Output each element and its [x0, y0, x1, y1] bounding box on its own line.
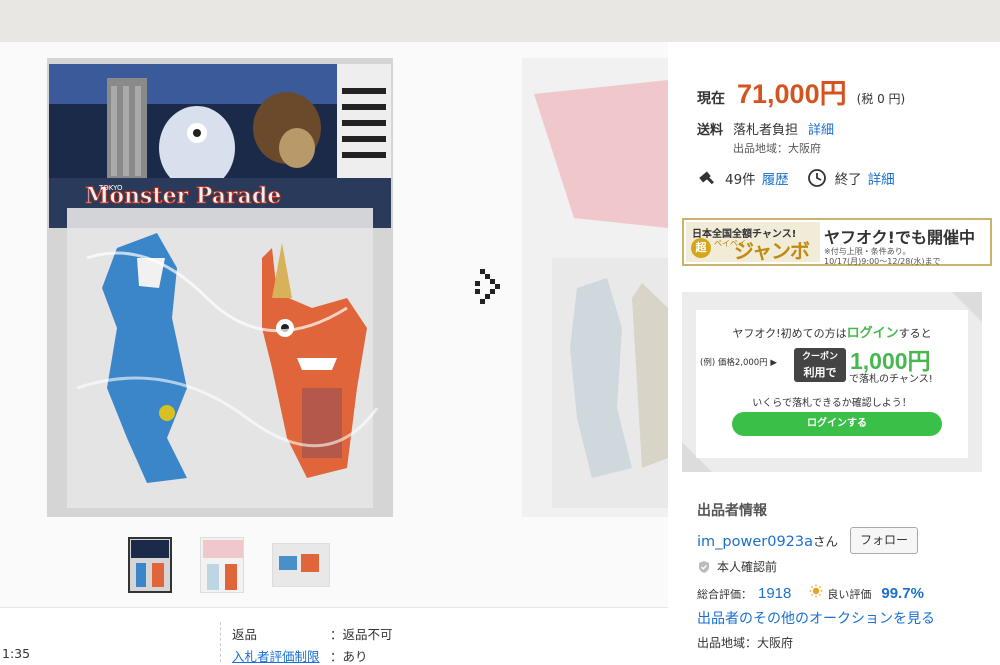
- next-image-button[interactable]: [470, 267, 506, 307]
- follow-button[interactable]: フォロー: [850, 527, 918, 554]
- shipping-label: 送料: [697, 123, 724, 138]
- price-label: 現在: [697, 91, 725, 107]
- good-rating-label: 良い評価: [827, 588, 872, 601]
- shipping-row: 送料 落札者負担 詳細: [697, 119, 834, 138]
- sun-icon: [809, 584, 823, 598]
- current-price: 71,000円: [737, 79, 847, 109]
- package-tokyo: TOKYO: [98, 184, 123, 192]
- banner-jumbo: ジャンボ: [734, 239, 810, 263]
- shipping-value: 落札者負担: [733, 123, 799, 138]
- price-row: 現在 71,000円 (税 0 円): [697, 72, 905, 111]
- clock-icon: [807, 169, 826, 187]
- shipping-detail-link[interactable]: 詳細: [808, 119, 834, 138]
- status-detail-link[interactable]: 詳細: [868, 168, 895, 188]
- tax-info: (税 0 円): [856, 92, 906, 106]
- gavel-icon: [699, 171, 714, 185]
- image-gallery: Monster Parade TOKYO: [0, 42, 668, 607]
- verification-status: 本人確認前: [697, 558, 777, 575]
- banner-note-2: 10/17(月)9:00〜12/28(水)まで: [824, 257, 941, 266]
- login-promo-box: ヤフオク!初めての方はログインすると (例) 価格2,000円 ▶ クーポン 利…: [682, 292, 982, 472]
- item-details-strip: 1:35 返品 ：返品不可 入札者評価制限 ：あり: [0, 607, 668, 664]
- auction-status: 終了: [834, 172, 862, 188]
- divider: [220, 622, 221, 662]
- seller-honorific: さん: [813, 534, 839, 549]
- seller-name-link[interactable]: im_power0923a: [697, 534, 813, 550]
- shield-check-icon: [699, 560, 709, 573]
- bidder-rating-limit-link[interactable]: 入札者評価制限: [232, 646, 320, 665]
- return-label: 返品: [232, 627, 258, 642]
- thumbnail-3[interactable]: [272, 543, 330, 587]
- thumbnail-2[interactable]: [200, 537, 244, 593]
- coupon-badge: クーポン 利用で: [794, 348, 846, 382]
- banner-super-badge: 超: [691, 238, 711, 258]
- rating-row: 総合評価： 1918 良い評価 99.7%: [697, 584, 924, 602]
- end-time-fragment: 1:35: [2, 646, 31, 661]
- auction-info-panel: 現在 71,000円 (税 0 円) 送料 落札者負担 詳細 出品地域：大阪府 …: [668, 42, 1000, 655]
- thumbnail-1[interactable]: [128, 537, 172, 593]
- return-value: ：返品不可: [330, 627, 393, 642]
- bid-count: 49件: [725, 172, 756, 188]
- banner-headline: ヤフオク!でも開催中: [824, 228, 975, 247]
- total-rating-value[interactable]: 1918: [758, 585, 791, 602]
- paypay-jumbo-banner[interactable]: 日本全国全額チャンス! 超 ペイペイ ジャンボ ヤフオク!でも開催中 ※付与上限…: [682, 218, 992, 266]
- good-rating-percent: 99.7%: [881, 585, 924, 602]
- bid-row: 49件 履歴 終了 詳細: [697, 168, 895, 188]
- thumbnail-strip: [128, 537, 330, 593]
- bid-history-link[interactable]: 履歴: [762, 168, 789, 188]
- total-rating-label: 総合評価：: [697, 588, 752, 601]
- promo-line-1: ヤフオク!初めての方はログインすると: [732, 326, 932, 341]
- seller-name-row: im_power0923aさん: [697, 531, 838, 550]
- top-bar: [0, 0, 1000, 42]
- login-promo-card: ヤフオク!初めての方はログインすると (例) 価格2,000円 ▶ クーポン 利…: [696, 310, 968, 458]
- seller-region: 出品地域：大阪府: [697, 636, 794, 650]
- seller-other-auctions-link[interactable]: 出品者のその他のオークションを見る: [697, 608, 935, 628]
- bidder-rating-limit-value: ：あり: [330, 649, 368, 664]
- promo-sub: で落札のチャンス!: [849, 374, 933, 385]
- seller-heading: 出品者情報: [697, 503, 767, 519]
- login-button[interactable]: ログインする: [732, 412, 942, 436]
- banner-left: 日本全国全額チャンス! 超 ペイペイ ジャンボ: [686, 222, 820, 263]
- shipping-region: 出品地域：大阪府: [733, 142, 821, 155]
- promo-check-text: いくらで落札できるか確認しよう！: [752, 398, 912, 409]
- promo-example: (例) 価格2,000円 ▶: [700, 358, 777, 368]
- main-product-image[interactable]: Monster Parade TOKYO: [47, 58, 393, 517]
- next-product-image-preview[interactable]: [522, 58, 668, 517]
- verification-text: 本人確認前: [717, 560, 778, 574]
- chevron-right-icon: [475, 269, 500, 304]
